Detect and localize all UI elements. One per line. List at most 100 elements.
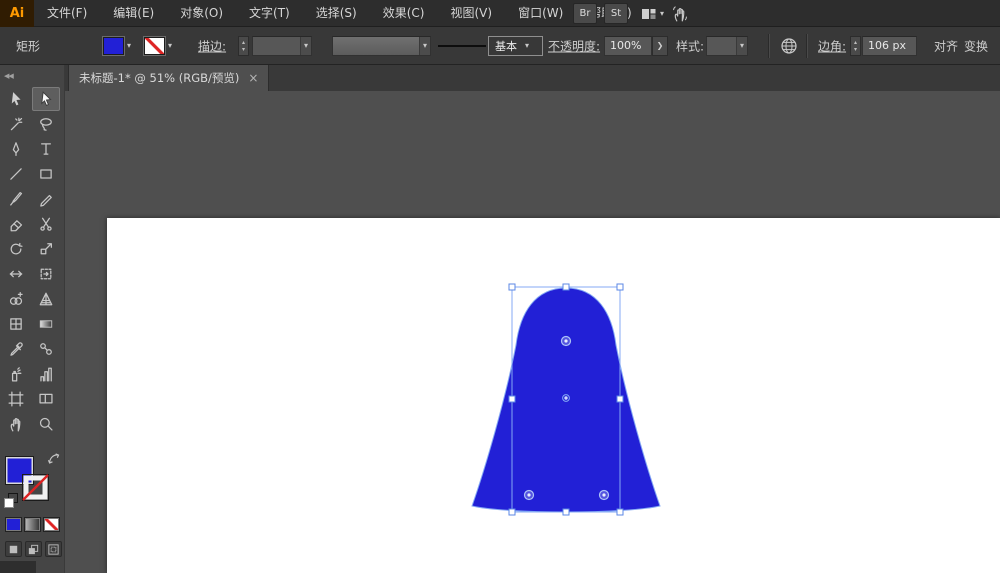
lasso-tool[interactable] — [32, 112, 60, 136]
gradient-button[interactable] — [24, 517, 41, 532]
selection-handle[interactable] — [508, 395, 516, 403]
direct-selection-tool[interactable] — [32, 87, 60, 111]
hand-tool[interactable] — [2, 412, 30, 436]
type-tool[interactable] — [32, 137, 60, 161]
brush-name: 基本 — [495, 39, 517, 53]
symbol-sprayer-tool[interactable] — [2, 362, 30, 386]
slice-tool[interactable] — [32, 387, 60, 411]
width-tool[interactable] — [2, 262, 30, 286]
scale-tool[interactable] — [32, 237, 60, 261]
menu-right-cluster: Br St ▾ — [573, 0, 689, 27]
draw-inside-button[interactable] — [45, 541, 62, 557]
transform-panel-button[interactable]: 变换 — [964, 37, 988, 54]
menu-item-window[interactable]: 窗口(W) — [505, 0, 576, 27]
rectangle-tool-icon — [40, 169, 52, 179]
recolor-artwork-icon[interactable] — [780, 37, 798, 55]
draw-normal-button[interactable] — [5, 541, 22, 557]
hand-gesture-icon[interactable] — [671, 5, 689, 22]
align-panel-button[interactable]: 对齐 — [934, 37, 958, 54]
control-bar: 矩形 ▾ ▾ 描边: ▴▾ ▾ ▾ 基本 ▾ 不透明度: 100% ❯ 样式: — [0, 27, 1000, 65]
perspective-grid-tool[interactable] — [32, 287, 60, 311]
zoom-tool-icon — [39, 417, 53, 431]
menu-item-file[interactable]: 文件(F) — [34, 0, 100, 27]
color-button[interactable] — [5, 517, 22, 532]
menu-item-select[interactable]: 选择(S) — [303, 0, 370, 27]
gradient-tool[interactable] — [32, 312, 60, 336]
selection-tool[interactable] — [2, 87, 30, 111]
corner-stepper[interactable]: ▴ ▾ — [850, 35, 861, 56]
rotate-tool-icon — [10, 242, 23, 255]
scissors-tool-icon — [40, 217, 52, 231]
panel-collapse-button[interactable]: ◀◀ — [0, 65, 64, 87]
line-segment-tool[interactable] — [2, 162, 30, 186]
stock-button[interactable]: St — [604, 3, 628, 24]
workspace-icon — [642, 8, 656, 19]
eyedropper-tool[interactable] — [2, 337, 30, 361]
corner-panel-link[interactable]: 边角: — [818, 37, 846, 54]
pencil-tool[interactable] — [32, 187, 60, 211]
shape-builder-tool[interactable] — [2, 287, 30, 311]
zoom-tool[interactable] — [32, 412, 60, 436]
tab-close-button[interactable]: × — [248, 71, 258, 85]
blend-tool[interactable] — [32, 337, 60, 361]
corner-radius-widget[interactable] — [598, 489, 610, 501]
opacity-panel-link[interactable]: 不透明度: — [548, 37, 600, 54]
menu-item-view[interactable]: 视图(V) — [437, 0, 505, 27]
bridge-button[interactable]: Br — [573, 3, 597, 24]
type-tool-icon — [41, 143, 51, 155]
style-combo[interactable]: ▾ — [706, 35, 748, 56]
stroke-panel-link[interactable]: 描边: — [198, 37, 226, 54]
menu-item-type[interactable]: 文字(T) — [236, 0, 303, 27]
selection-handle[interactable] — [562, 508, 570, 516]
opacity-expand-button[interactable]: ❯ — [652, 35, 668, 56]
eraser-tool[interactable] — [2, 212, 30, 236]
menu-item-effect[interactable]: 效果(C) — [370, 0, 438, 27]
rectangle-tool[interactable] — [32, 162, 60, 186]
rotate-tool[interactable] — [2, 237, 30, 261]
selection-handle[interactable] — [616, 395, 624, 403]
pen-tool-icon — [12, 142, 20, 157]
selection-handle[interactable] — [508, 283, 516, 291]
chevron-down-icon: ▾ — [299, 36, 311, 55]
fill-color-well[interactable]: ▾ — [103, 36, 131, 55]
artboard-tool[interactable] — [2, 387, 30, 411]
corner-field[interactable]: 106 px — [862, 35, 917, 56]
chevron-down-icon: ▾ — [168, 41, 173, 50]
chevron-down-icon: ▾ — [735, 36, 747, 55]
scissors-tool[interactable] — [32, 212, 60, 236]
swap-fill-stroke-icon[interactable] — [48, 453, 62, 465]
paintbrush-tool[interactable] — [2, 187, 30, 211]
corner-radius-widget[interactable] — [523, 489, 535, 501]
chevron-down-icon: ▾ — [418, 36, 430, 55]
magic-wand-tool[interactable] — [2, 112, 30, 136]
menu-items: 文件(F) 编辑(E) 对象(O) 文字(T) 选择(S) 效果(C) 视图(V) 窗口(W)… — [34, 0, 645, 26]
free-transform-tool[interactable] — [32, 262, 60, 286]
draw-behind-button[interactable] — [25, 541, 42, 557]
menu-item-edit[interactable]: 编辑(E) — [100, 0, 167, 27]
selection-handle[interactable] — [616, 283, 624, 291]
stroke-none-swatch — [144, 36, 165, 55]
default-swatches-icon[interactable] — [4, 498, 14, 508]
hand-tool-icon — [10, 417, 21, 432]
workspace-switcher[interactable]: ▾ — [641, 7, 664, 21]
stroke-width-combo[interactable]: ▾ — [252, 35, 312, 56]
stroke-width-stepper[interactable]: ▴ ▾ — [238, 35, 249, 56]
stroke-proxy[interactable] — [22, 474, 49, 501]
brush-definition-combo[interactable]: 基本 ▾ — [488, 35, 543, 56]
selection-handle[interactable] — [562, 283, 570, 291]
width-profile-combo[interactable]: ▾ — [332, 35, 431, 56]
mesh-tool[interactable] — [2, 312, 30, 336]
bell-shape[interactable] — [471, 287, 661, 513]
menu-item-object[interactable]: 对象(O) — [167, 0, 236, 27]
none-button[interactable] — [43, 517, 60, 532]
column-graph-tool[interactable] — [32, 362, 60, 386]
corner-radius-widget[interactable] — [560, 335, 572, 347]
stroke-color-well[interactable]: ▾ — [144, 36, 173, 55]
opacity-field[interactable]: 100% — [604, 35, 652, 56]
canvas-area[interactable] — [65, 91, 1000, 573]
document-tab[interactable]: 未标题-1* @ 51% (RGB/预览) × — [68, 65, 270, 91]
pen-tool[interactable] — [2, 137, 30, 161]
selection-handle[interactable] — [508, 508, 516, 516]
eyedropper-tool-icon — [10, 342, 23, 356]
selection-handle[interactable] — [616, 508, 624, 516]
